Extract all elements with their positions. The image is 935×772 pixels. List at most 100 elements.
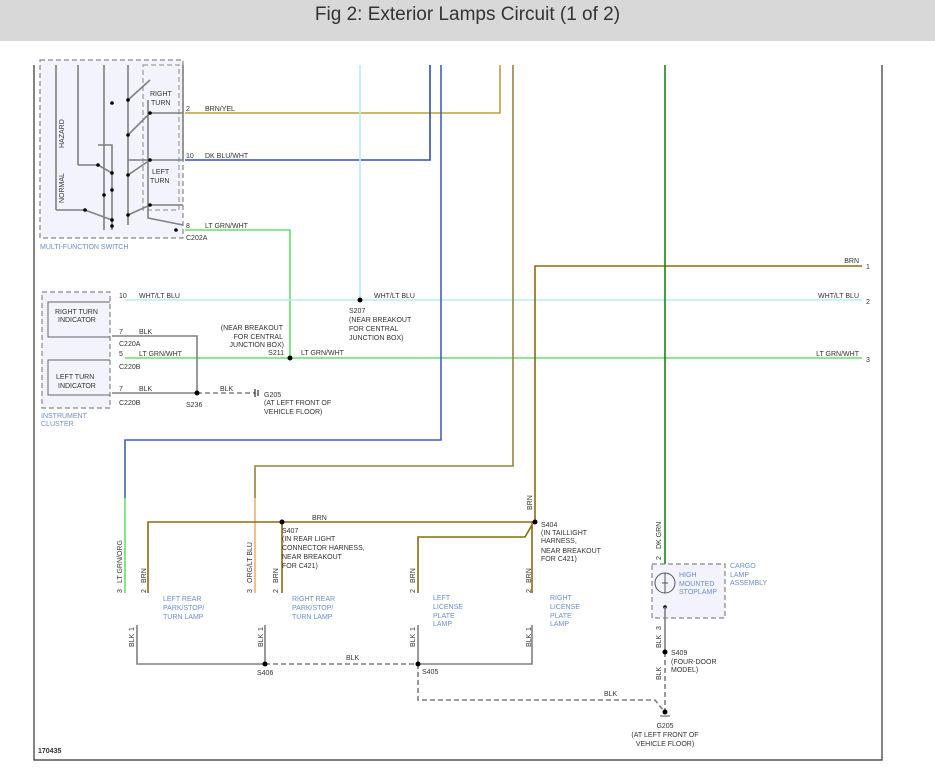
diagram-label: BLK bbox=[410, 633, 417, 647]
right-turn-label: RIGHT bbox=[150, 91, 173, 98]
diagram-label: MOUNTED bbox=[679, 581, 714, 588]
diagram-label: S404 bbox=[541, 522, 557, 529]
right-license-lamp: RIGHT bbox=[550, 595, 573, 602]
diagram-label: S236 bbox=[186, 402, 202, 409]
diagram-label: 3 bbox=[117, 589, 124, 593]
diagram-label: WHT/LT BLU bbox=[818, 293, 859, 300]
diagram-label: PARK/STOP/ bbox=[163, 605, 204, 612]
diagram-label: S405 bbox=[422, 669, 438, 676]
splice-s404: BRN S404 (IN TAILLIGHT HARNESS, NEAR BRE… bbox=[527, 495, 602, 563]
diagram-label: G205 bbox=[656, 723, 673, 730]
diagram-label: BRN bbox=[273, 568, 280, 583]
switch-name: MULTI-FUNCTION SWITCH bbox=[40, 244, 129, 251]
cluster-name: CLUSTER bbox=[41, 421, 74, 428]
pin: 5 bbox=[119, 351, 123, 358]
diagram-label: 2 bbox=[141, 589, 148, 593]
wire-label: DK BLU/WHT bbox=[205, 153, 249, 160]
diagram-label: HIGH bbox=[679, 572, 697, 579]
ground-icon bbox=[254, 389, 259, 397]
wire-label: WHT/LT BLU bbox=[139, 293, 180, 300]
diagram-label: DK GRN bbox=[656, 522, 663, 549]
right-rear-lamp: RIGHT REAR bbox=[292, 596, 335, 603]
diagram-label: BLK bbox=[604, 691, 618, 698]
diagram-label: (IN TAILLIGHT bbox=[541, 530, 588, 537]
diagram-label: LT GRN/WHT bbox=[301, 350, 345, 357]
diagram-label: BLK bbox=[258, 633, 265, 647]
wire-label: BLK bbox=[139, 386, 153, 393]
diagram-label: STOPLAMP bbox=[679, 589, 717, 596]
diagram-label: PLATE bbox=[433, 613, 455, 620]
connector: C220B bbox=[119, 364, 141, 371]
wire-org-lt-blu-upper bbox=[254, 65, 514, 498]
left-turn-label: LEFT bbox=[152, 169, 170, 176]
diagram-label: LT GRN/WHT bbox=[816, 351, 860, 358]
pin: 10 bbox=[119, 293, 127, 300]
diagram-label: FOR CENTRAL bbox=[349, 326, 399, 333]
diagram-label: BLK bbox=[656, 634, 663, 648]
diagram-label: LICENSE bbox=[550, 604, 580, 611]
diagram-label: 2 bbox=[526, 589, 533, 593]
diagram-label: 1 bbox=[410, 627, 417, 631]
diagram-label: BRN bbox=[526, 568, 533, 583]
splice-s409: S409 (FOUR-DOOR MODEL) bbox=[662, 649, 717, 674]
connector-c202a: C202A bbox=[186, 235, 208, 242]
diagram-label: TURN LAMP bbox=[163, 614, 204, 621]
pin: 7 bbox=[119, 329, 123, 336]
offpage-connectors: BRN 1 WHT/LT BLU 2 LT GRN/WHT 3 bbox=[816, 258, 870, 364]
hazard-label: HAZARD bbox=[59, 119, 66, 148]
diagram-label: BLK bbox=[129, 633, 136, 647]
diagram-label: LAMP bbox=[433, 621, 452, 628]
diagram-label: CONNECTOR HARNESS, bbox=[282, 545, 365, 552]
instrument-cluster: RIGHT TURN INDICATOR LEFT TURN INDICATOR… bbox=[41, 291, 111, 428]
left-turn-label: TURN bbox=[150, 178, 169, 185]
splice-s407: BRN S407 (IN REAR LIGHT CONNECTOR HARNES… bbox=[279, 515, 365, 570]
diagram-label: NEAR BREAKOUT bbox=[282, 554, 343, 561]
pin-10: 10 bbox=[186, 153, 194, 160]
diagram-label: (NEAR BREAKOUT bbox=[349, 317, 412, 324]
diagram-label: (AT LEFT FRONT OF bbox=[264, 400, 331, 407]
diagram-label: PLATE bbox=[550, 613, 572, 620]
splice-s405: S405 BLK bbox=[415, 661, 618, 698]
diagram-label: BLK bbox=[656, 666, 663, 680]
connector: C220A bbox=[119, 341, 141, 348]
diagram-label: (AT LEFT FRONT OF bbox=[631, 732, 698, 739]
left-turn-indicator: INDICATOR bbox=[58, 383, 96, 390]
wire-label: LT GRN/WHT bbox=[139, 351, 183, 358]
lamp-names: LEFT REAR PARK/STOP/ TURN LAMP RIGHT REA… bbox=[163, 595, 580, 628]
connector: C220B bbox=[119, 400, 141, 407]
splice-s406: S406 BLK bbox=[257, 655, 360, 677]
left-rear-lamp: LEFT REAR bbox=[163, 596, 201, 603]
ground-g205-front: G205 (AT LEFT FRONT OF VEHICLE FLOOR) bbox=[264, 392, 331, 416]
wire-label: LT GRN/WHT bbox=[205, 223, 249, 230]
right-turn-indicator: INDICATOR bbox=[58, 317, 96, 324]
diagram-label: VEHICLE FLOOR) bbox=[264, 409, 322, 416]
diagram-label: JUNCTION BOX) bbox=[230, 342, 284, 349]
diagram-label: S406 bbox=[257, 670, 273, 677]
diagram-label: 2 bbox=[656, 556, 663, 560]
diagram-label: S211 bbox=[268, 350, 284, 357]
diagram-label: BRN bbox=[410, 568, 417, 583]
diagram-label: S409 bbox=[671, 650, 687, 657]
diagram-label: LT GRN/ORG bbox=[117, 540, 124, 583]
diagram-label: 3 bbox=[247, 589, 254, 593]
diagram-label: MODEL) bbox=[671, 667, 698, 674]
diagram-label: BRN bbox=[527, 495, 534, 510]
pin-2: 2 bbox=[186, 106, 190, 113]
left-license-lamp: LEFT bbox=[433, 595, 451, 602]
diagram-label: 2 bbox=[410, 589, 417, 593]
diagram-label: 1 bbox=[866, 264, 870, 271]
diagram-label: HARNESS, bbox=[541, 538, 577, 545]
diagram-label: 3 bbox=[866, 357, 870, 364]
diagram-label: FOR C421) bbox=[541, 556, 577, 563]
wire-blk-rear bbox=[136, 625, 533, 665]
diagram-label: FOR C421) bbox=[282, 563, 318, 570]
wire-label: BRN/YEL bbox=[205, 106, 235, 113]
left-turn-indicator: LEFT TURN bbox=[56, 374, 94, 381]
diagram-label: 2 bbox=[273, 589, 280, 593]
diagram-label: (NEAR BREAKOUT bbox=[221, 325, 284, 332]
diagram-label: (FOUR-DOOR bbox=[671, 659, 717, 666]
splice-s236: S236 BLK bbox=[186, 386, 234, 409]
diagram-label: NEAR BREAKOUT bbox=[541, 548, 602, 555]
diagram-label: 1 bbox=[258, 627, 265, 631]
diagram-label: CARGO bbox=[730, 563, 756, 570]
